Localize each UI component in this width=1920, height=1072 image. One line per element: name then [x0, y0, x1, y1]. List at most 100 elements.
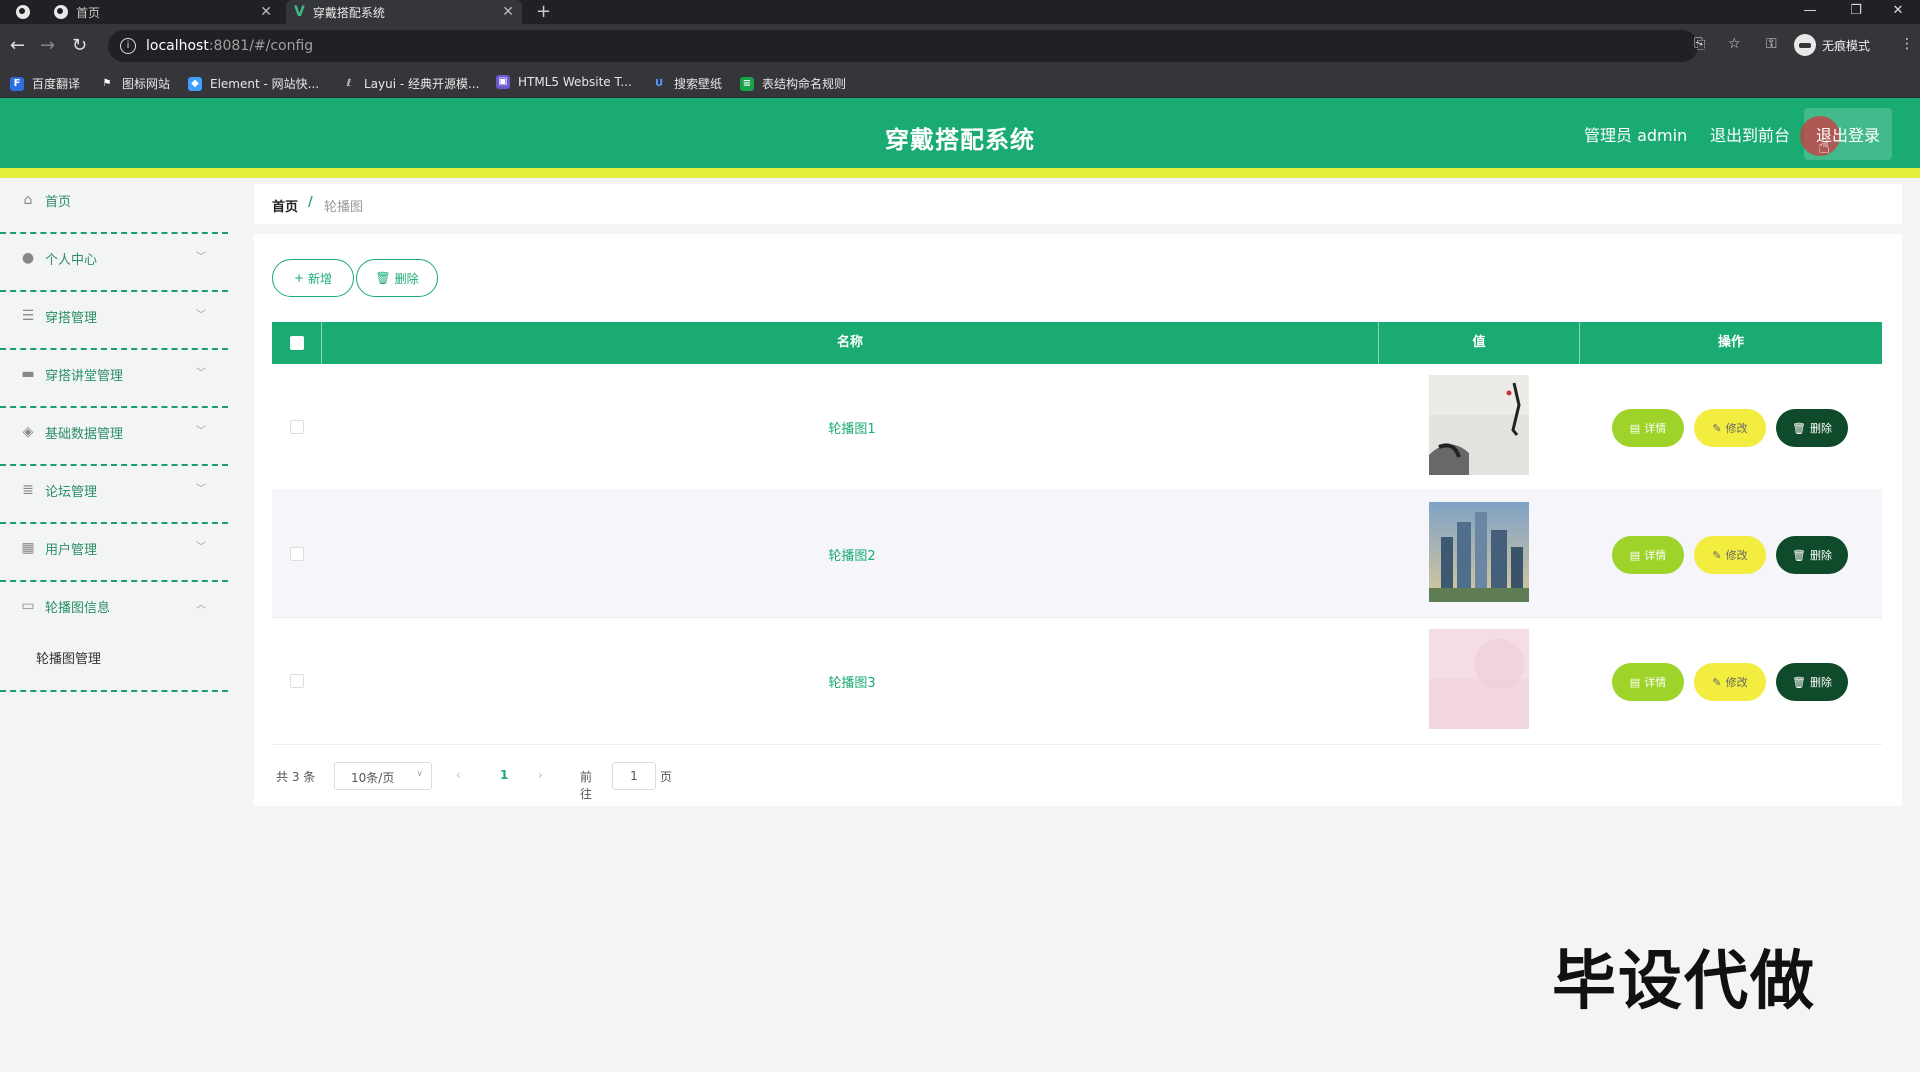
sidebar-item-label: 论坛管理 [45, 485, 98, 500]
star-icon[interactable]: ☆ [1728, 36, 1741, 52]
new-tab-icon[interactable]: + [536, 0, 551, 24]
flag-icon: ⚑ [102, 77, 112, 89]
thumbnail-ink-painting [1429, 375, 1529, 475]
trash-icon: 🗑 [1792, 675, 1806, 689]
thumbnail-city-skyline [1429, 502, 1529, 602]
url-input[interactable]: i localhost:8081/#/config [108, 30, 1698, 62]
page-number[interactable]: 1 [500, 768, 508, 782]
close-window-icon[interactable]: ✕ [1876, 0, 1920, 24]
add-button-label: 新增 [308, 271, 333, 286]
sidebar-item-lecture[interactable]: ▬ 穿搭讲堂管理 ﹀ [0, 352, 228, 408]
bookmark-item[interactable]: ≡ 表结构命名规则 [740, 75, 846, 92]
sidebar-item-forum[interactable]: ≣ 论坛管理 ﹀ [0, 468, 228, 524]
next-page-icon[interactable]: › [538, 768, 543, 782]
incognito-icon [1794, 34, 1816, 56]
select-all-checkbox[interactable] [290, 336, 304, 350]
breadcrumb: 首页 / 轮播图 [254, 184, 1902, 224]
row-checkbox[interactable] [290, 547, 304, 561]
bookmark-item[interactable]: ▣ HTML5 Website T... [496, 75, 632, 89]
html5-icon: ▣ [496, 75, 510, 89]
chevron-up-icon: ︿ [196, 600, 206, 611]
leaf-icon: ◈ [22, 424, 34, 440]
header-select-cell [272, 322, 322, 364]
delete-label: 删除 [1809, 549, 1832, 562]
bookmark-item[interactable]: F 百度翻译 [10, 75, 80, 92]
sidebar-item-home[interactable]: ⌂ 首页 [0, 178, 228, 234]
sidebar-item-label: 首页 [45, 195, 72, 210]
delete-button[interactable]: 🗑 删除 [1776, 536, 1848, 574]
incognito-badge[interactable]: 无痕模式 [1794, 34, 1870, 56]
edit-button[interactable]: ✎ 修改 [1694, 536, 1766, 574]
sidebar-item-label: 个人中心 [45, 253, 98, 268]
kebab-menu-icon[interactable]: ⋮ [1900, 36, 1914, 52]
row-ops: ▤ 详情 ✎ 修改 🗑 删除 [1612, 663, 1848, 701]
submenu-label: 轮播图管理 [36, 652, 102, 667]
trash-icon: 🗑 [375, 271, 391, 285]
page-size-select[interactable]: 10条/页 ∨ [334, 762, 432, 790]
browser-tabbar: 首页 ✕ V 穿戴搭配系统 ✕ + — ❐ ✕ [0, 0, 1920, 24]
browser-tab-app[interactable]: V 穿戴搭配系统 ✕ [286, 0, 522, 24]
browser-tab-home[interactable]: 首页 ✕ [48, 0, 280, 24]
prev-page-icon[interactable]: ‹ [456, 768, 461, 782]
forward-icon[interactable]: → [40, 34, 55, 58]
doc-icon: ▤ [1629, 548, 1641, 562]
bookmark-label: 百度翻译 [32, 77, 81, 91]
detail-button[interactable]: ▤ 详情 [1612, 663, 1684, 701]
tab-title: 首页 [76, 5, 101, 20]
sidebar-item-label: 穿搭管理 [45, 311, 98, 326]
sidebar: ⌂ 首页 ● 个人中心 ﹀ ☰ 穿搭管理 ﹀ ▬ 穿搭讲堂管理 ﹀ ◈ 基础数据… [0, 178, 228, 1072]
home-icon: ⌂ [23, 192, 33, 208]
info-icon[interactable]: i [120, 38, 136, 54]
row-ops: ▤ 详情 ✎ 修改 🗑 删除 [1612, 409, 1848, 447]
sidebar-item-profile[interactable]: ● 个人中心 ﹀ [0, 236, 228, 292]
goto-page-input[interactable]: 1 [612, 762, 656, 790]
sidebar-item-carousel[interactable]: ▭ 轮播图信息 ︿ [0, 584, 228, 640]
table-row: 轮播图3 ▤ 详情 ✎ 修改 🗑 删除 [272, 618, 1882, 745]
tab-close-icon[interactable]: ✕ [260, 4, 272, 20]
bookmark-item[interactable]: ◆ Element - 网站快... [188, 75, 319, 92]
delete-button[interactable]: 🗑 删除 [1776, 663, 1848, 701]
detail-button[interactable]: ▤ 详情 [1612, 536, 1684, 574]
key-icon[interactable]: ⚿ [1766, 36, 1777, 52]
sidebar-item-label: 轮播图信息 [45, 601, 111, 616]
hand-cursor-icon: ☝ [1818, 134, 1831, 158]
header-stripe [0, 168, 1920, 178]
breadcrumb-home[interactable]: 首页 [272, 196, 298, 215]
translate-bookmark-icon: F [10, 76, 24, 91]
sidebar-item-basedata[interactable]: ◈ 基础数据管理 ﹀ [0, 410, 228, 466]
edit-button[interactable]: ✎ 修改 [1694, 663, 1766, 701]
reload-icon[interactable]: ↻ [72, 34, 87, 58]
browser-menu-icon[interactable] [16, 5, 30, 19]
edit-button[interactable]: ✎ 修改 [1694, 409, 1766, 447]
back-icon[interactable]: ← [10, 34, 25, 58]
tab-close-icon[interactable]: ✕ [502, 4, 514, 20]
row-name: 轮播图1 [828, 422, 876, 437]
bookmark-item[interactable]: U 搜索壁纸 [652, 75, 722, 92]
bookmark-item[interactable]: ℓ Layui - 经典开源模... [342, 75, 480, 92]
chat-icon: ▬ [21, 366, 35, 382]
row-checkbox[interactable] [290, 420, 304, 434]
bookmark-item[interactable]: ⚑ 图标网站 [100, 75, 171, 92]
delete-button[interactable]: 🗑 删除 [1776, 409, 1848, 447]
chevron-down-icon: ﹀ [196, 426, 206, 437]
detail-button[interactable]: ▤ 详情 [1612, 409, 1684, 447]
sidebar-item-users[interactable]: ▦ 用户管理 ﹀ [0, 526, 228, 582]
app-header: 穿戴搭配系统 管理员 admin 退出到前台 退出登录 ☝ [0, 98, 1920, 168]
table-row: 轮播图2 ▤ 详情 ✎ 修改 🗑 删除 [272, 491, 1882, 618]
sidebar-item-outfit[interactable]: ☰ 穿搭管理 ﹀ [0, 294, 228, 350]
element-icon: ◆ [188, 76, 202, 91]
sidebar-item-label: 基础数据管理 [45, 427, 124, 442]
user-icon: ● [21, 250, 35, 266]
list-icon: ≣ [22, 482, 34, 498]
minimize-icon[interactable]: — [1788, 0, 1832, 24]
back-to-front-link[interactable]: 退出到前台 [1710, 122, 1790, 146]
batch-delete-button[interactable]: 🗑 删除 [356, 259, 438, 297]
edit-label: 修改 [1725, 676, 1748, 689]
row-name: 轮播图3 [828, 676, 876, 691]
sidebar-subitem-carousel-manage[interactable]: 轮播图管理 [0, 636, 228, 692]
watermark-text: 毕设代做 [1552, 945, 1816, 1019]
restore-icon[interactable]: ❐ [1834, 0, 1878, 24]
add-button[interactable]: + 新增 [272, 259, 354, 297]
row-checkbox[interactable] [290, 674, 304, 688]
translate-icon[interactable]: ⎘ [1694, 36, 1705, 52]
